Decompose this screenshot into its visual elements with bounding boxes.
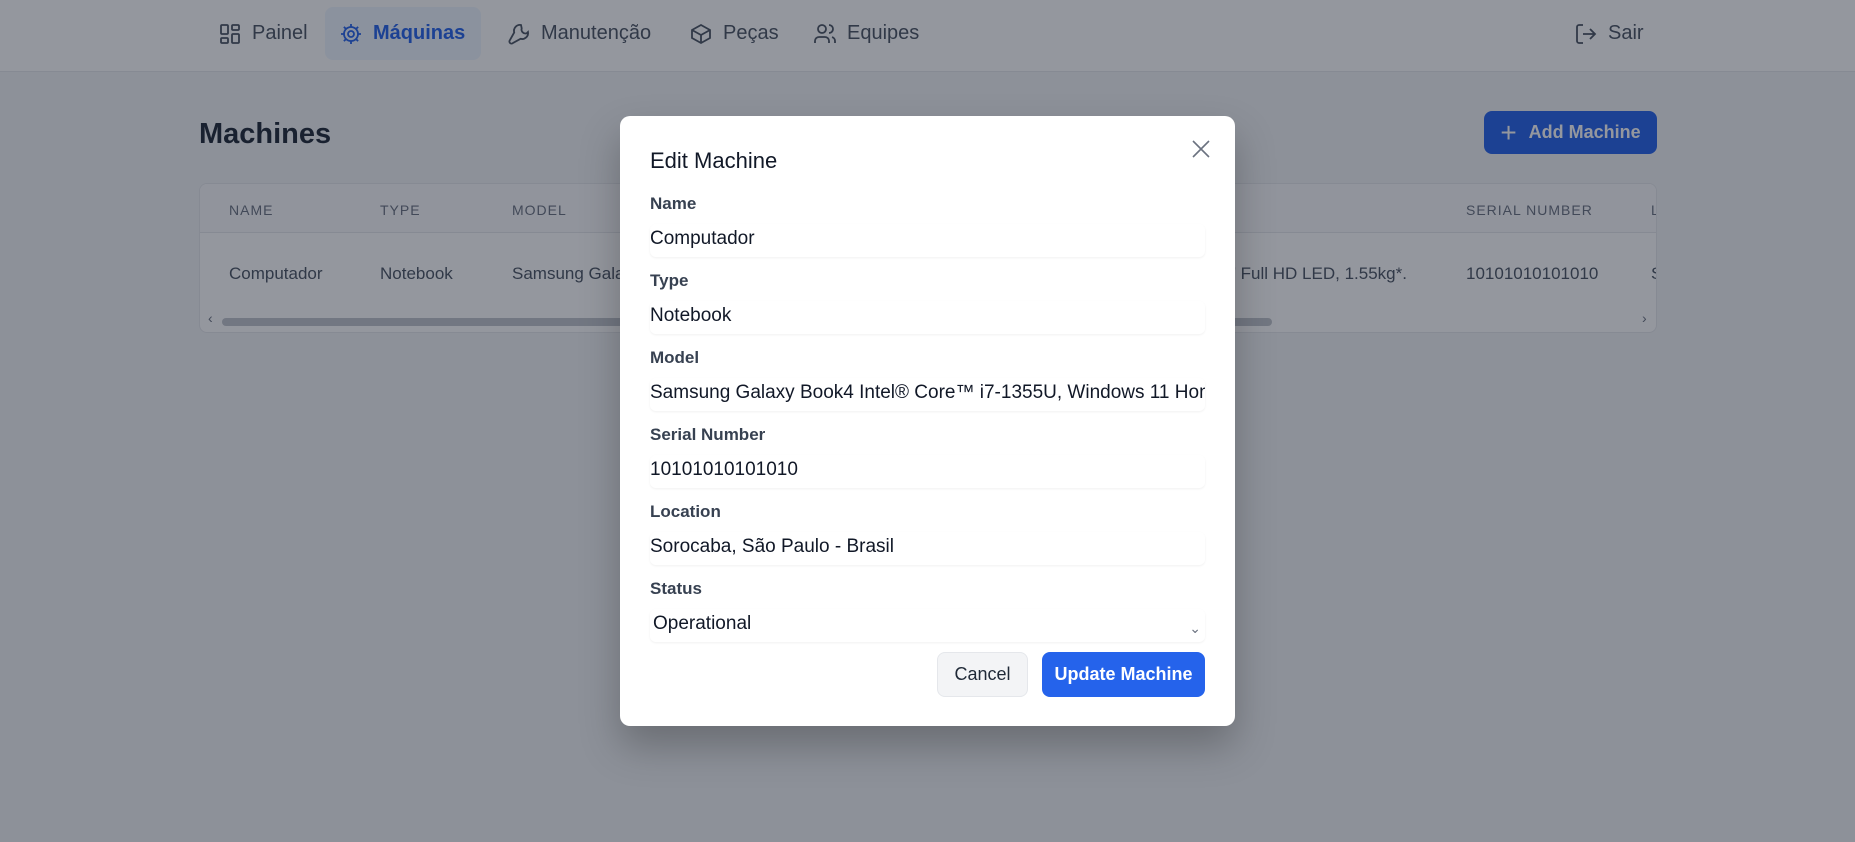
serial-number-field: Serial Number 10101010101010 [650, 425, 1205, 488]
dialog-title: Edit Machine [650, 148, 778, 173]
status-select[interactable]: Operational ⌄ [650, 609, 1205, 642]
type-field: Type Notebook [650, 271, 1205, 334]
chevron-down-icon: ⌄ [1189, 620, 1201, 636]
model-input[interactable]: Samsung Galaxy Book4 Intel® Core™ i7-135… [650, 378, 1205, 411]
field-label: Serial Number [650, 425, 766, 444]
field-label: Status [650, 579, 702, 598]
status-field: Status Operational ⌄ [650, 579, 1205, 642]
cancel-button[interactable]: Cancel [937, 652, 1028, 697]
location-input[interactable]: Sorocaba, São Paulo - Brasil [650, 532, 1205, 565]
type-input[interactable]: Notebook [650, 301, 1205, 334]
name-field: Name Computador [650, 194, 1205, 257]
field-label: Type [650, 271, 689, 290]
location-field: Location Sorocaba, São Paulo - Brasil [650, 502, 1205, 565]
edit-machine-dialog: Edit Machine Name Computador Type Notebo… [620, 116, 1235, 726]
update-machine-button[interactable]: Update Machine [1042, 652, 1205, 697]
status-value: Operational [653, 613, 752, 634]
model-field: Model Samsung Galaxy Book4 Intel® Core™ … [650, 348, 1205, 411]
close-icon[interactable] [1190, 138, 1212, 160]
field-label: Model [650, 348, 700, 367]
serial-number-input[interactable]: 10101010101010 [650, 455, 1205, 488]
field-label: Name [650, 194, 697, 213]
field-label: Location [650, 502, 721, 521]
name-input[interactable]: Computador [650, 224, 1205, 257]
